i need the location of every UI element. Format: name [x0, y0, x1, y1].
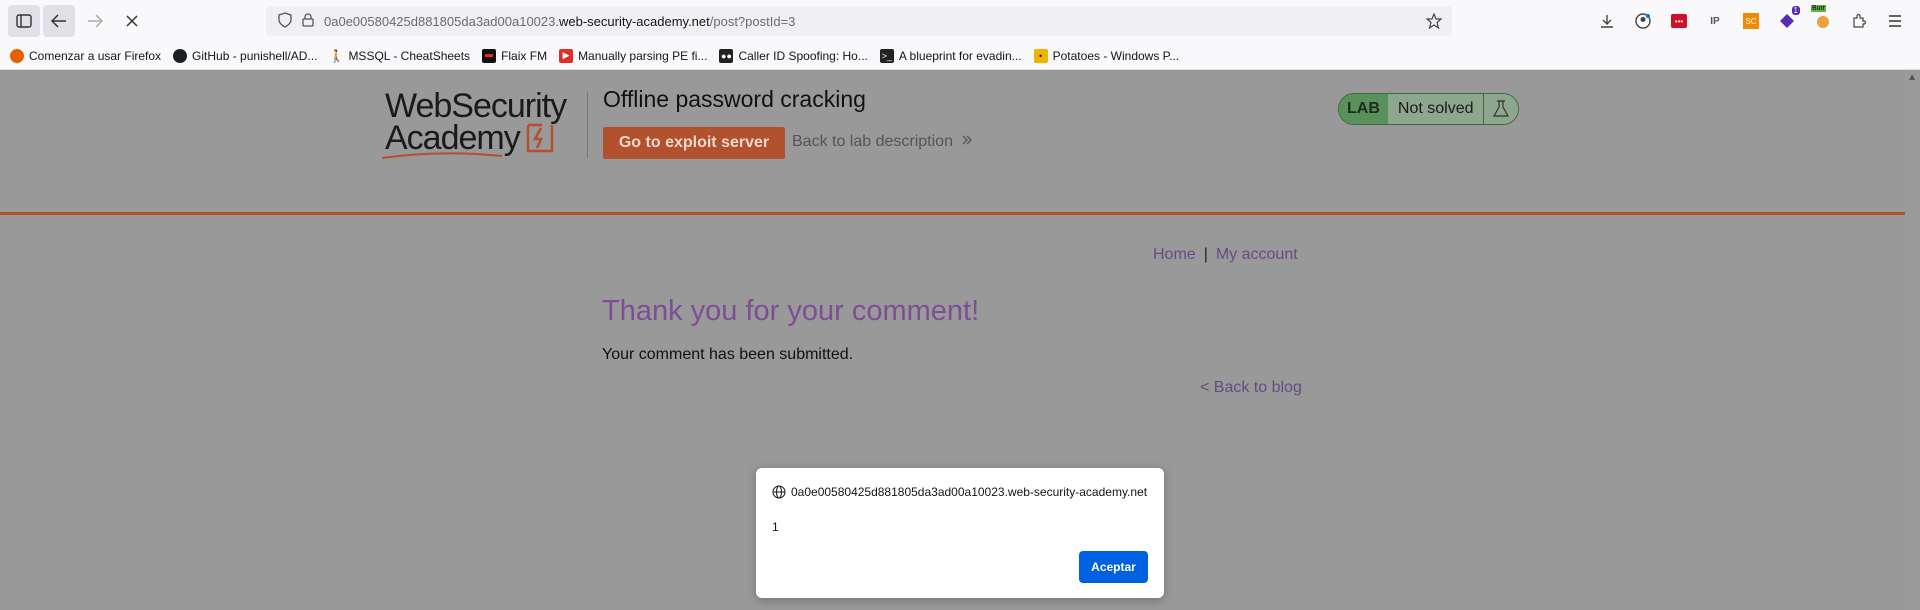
url-subdomain: 0a0e00580425d881805da3ad00a10023. [324, 13, 559, 29]
lightning-icon [526, 123, 554, 153]
browser-toolbar: 0a0e00580425d881805da3ad00a10023.web-sec… [0, 0, 1920, 42]
flask-icon [1484, 94, 1519, 124]
dialog-message: 1 [772, 520, 779, 534]
terminal-icon: >_ [879, 48, 894, 63]
bookmark-label: MSSQL - CheatSheets [348, 48, 471, 63]
extension-ip-icon[interactable]: IP [1702, 8, 1728, 34]
logo-line-1: WebSecurity [385, 87, 567, 125]
bookmarks-bar: Comenzar a usar Firefox GitHub - punishe… [0, 42, 1920, 70]
bookmark-item[interactable]: 🚶 MSSQL - CheatSheets [329, 49, 470, 63]
bookmark-star-icon[interactable] [1425, 12, 1443, 32]
top-nav: Home | My account [1153, 246, 1298, 264]
page-heading: Thank you for your comment! [602, 295, 980, 327]
url-text: 0a0e00580425d881805da3ad00a10023.web-sec… [324, 14, 795, 29]
double-chevron-right-icon [961, 133, 973, 150]
address-bar[interactable]: 0a0e00580425d881805da3ad00a10023.web-sec… [266, 6, 1452, 36]
extension-purple-icon[interactable]: 1 [1774, 6, 1800, 34]
logo-line-2: Academy [385, 119, 521, 157]
youtube-icon: ▶ [559, 48, 574, 63]
page-scrollbar[interactable] [1905, 70, 1920, 610]
bookmark-item[interactable]: Comenzar a usar Firefox [10, 48, 162, 63]
bookmark-label: Manually parsing PE fi... [578, 48, 708, 63]
dialog-origin-text: 0a0e00580425d881805da3ad00a10023.web-sec… [791, 485, 1148, 499]
extension-red-icon[interactable]: ••• [1666, 8, 1692, 34]
lab-status-text: Not solved [1387, 94, 1485, 124]
menu-hamburger-icon[interactable] [1882, 8, 1908, 34]
logo-swoosh-icon [382, 152, 503, 159]
bookmark-item[interactable]: ●● Caller ID Spoofing: Ho... [719, 48, 868, 63]
header-divider [587, 92, 588, 158]
go-to-exploit-server-button[interactable]: Go to exploit server [603, 127, 785, 159]
bookmark-label: A blueprint for evadin... [898, 48, 1022, 63]
back-arrow-icon[interactable] [43, 5, 75, 37]
download-icon[interactable] [1594, 8, 1620, 34]
bookmark-item[interactable]: >_ A blueprint for evadin... [879, 48, 1022, 63]
person-icon: 🚶 [328, 48, 344, 63]
extensions-puzzle-icon[interactable] [1846, 8, 1872, 34]
bookmark-label: Flaix FM [501, 48, 548, 63]
shield-icon[interactable] [278, 11, 292, 31]
extension-burp-icon[interactable]: Burr [1810, 5, 1836, 34]
globe-icon [772, 485, 786, 499]
extension-badge: 1 [1791, 6, 1800, 15]
potato-icon: • [1033, 48, 1048, 63]
medium-icon: ●● [719, 48, 734, 63]
github-icon [173, 48, 188, 63]
firefox-icon [10, 48, 24, 63]
url-domain: web-security-academy.net [558, 13, 710, 29]
lab-title: Offline password cracking [603, 86, 866, 112]
bookmark-label: Caller ID Spoofing: Ho... [738, 48, 868, 63]
back-to-lab-description-link[interactable]: Back to lab description [792, 133, 973, 151]
back-to-lab-description-label: Back to lab description [792, 133, 953, 150]
lab-status-badge: LAB Not solved [1338, 93, 1520, 125]
sidebar-toggle-icon[interactable] [8, 5, 40, 37]
bookmark-label: Potatoes - Windows P... [1052, 48, 1180, 63]
dialog-origin: 0a0e00580425d881805da3ad00a10023.web-sec… [772, 485, 1147, 499]
url-path: /post?postId=3 [709, 13, 796, 29]
submission-message: Your comment has been submitted. [602, 346, 854, 363]
extension-burp-label: Burr [1811, 5, 1827, 12]
stop-loading-icon[interactable] [116, 5, 148, 37]
lock-icon[interactable] [302, 12, 314, 30]
account-icon[interactable] [1630, 8, 1656, 34]
scroll-up-arrow-icon[interactable]: ▲ [1907, 72, 1917, 83]
forward-arrow-icon[interactable] [79, 5, 111, 37]
web-security-academy-logo[interactable]: WebSecurity Academy [382, 87, 567, 159]
bookmark-item[interactable]: Flaix FM [482, 48, 548, 63]
nav-separator: | [1203, 246, 1208, 263]
bookmark-label: GitHub - punishell/AD... [192, 48, 318, 63]
accept-button[interactable]: Aceptar [1079, 551, 1148, 583]
flaix-icon [482, 48, 497, 63]
home-link[interactable]: Home [1153, 246, 1196, 263]
bookmark-item[interactable]: ▶ Manually parsing PE fi... [559, 48, 708, 63]
back-to-blog-link[interactable]: < Back to blog [1200, 379, 1302, 397]
lab-badge-label: LAB [1339, 94, 1388, 124]
toolbar-right-icons: ••• IP SC 1 Burr [1594, 5, 1908, 34]
bookmark-item[interactable]: GitHub - punishell/AD... [173, 48, 318, 63]
extension-sc-icon[interactable]: SC [1738, 8, 1764, 34]
bookmark-item[interactable]: • Potatoes - Windows P... [1033, 48, 1180, 63]
alert-dialog: 0a0e00580425d881805da3ad00a10023.web-sec… [756, 468, 1164, 598]
header-underline [0, 212, 1905, 215]
my-account-link[interactable]: My account [1216, 246, 1298, 263]
bookmark-label: Comenzar a usar Firefox [29, 48, 162, 63]
